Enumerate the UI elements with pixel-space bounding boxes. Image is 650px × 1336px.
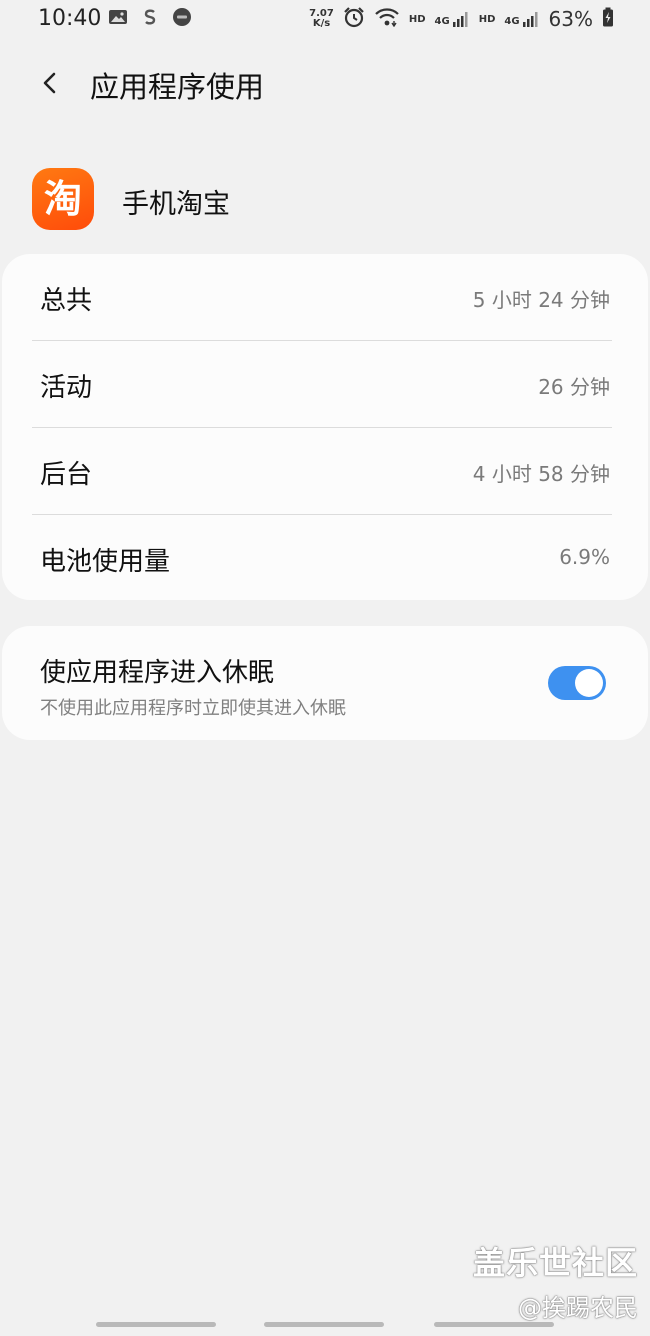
background-label: 后台 xyxy=(40,460,93,490)
gesture-nav-bar xyxy=(0,1318,650,1330)
toggle-knob xyxy=(575,669,603,697)
hd-label-2: HD xyxy=(478,13,496,25)
chevron-left-icon xyxy=(43,72,56,94)
watermark: 盖乐世社区 @挨踢农民 xyxy=(473,1238,638,1323)
nav-back-hint[interactable] xyxy=(434,1322,554,1327)
sleep-title: 使应用程序进入休眠 xyxy=(40,658,275,688)
net-speed: 7.07 K/s xyxy=(309,9,334,29)
dolby-icon xyxy=(172,8,192,26)
page-title: 应用程序使用 xyxy=(90,70,265,104)
sleep-subtitle: 不使用此应用程序时立即使其进入休眠 xyxy=(40,698,346,719)
status-bar: 10:40 7.07 K/s HD 4G HD 4G 63% xyxy=(0,0,650,40)
alarm-icon xyxy=(343,6,365,32)
usage-row-active: 活动 26 分钟 xyxy=(40,341,610,427)
app-identity: 淘 手机淘宝 xyxy=(32,168,632,230)
battery-usage-label: 电池使用量 xyxy=(40,547,171,577)
sleep-setting-card[interactable]: 使应用程序进入休眠 不使用此应用程序时立即使其进入休眠 xyxy=(2,626,648,740)
sleep-toggle[interactable] xyxy=(548,666,606,700)
hd-label-1: HD xyxy=(408,13,426,25)
image-icon xyxy=(108,8,128,26)
app-bar: 应用程序使用 xyxy=(0,56,650,116)
nav-home-hint[interactable] xyxy=(264,1322,384,1327)
usage-row-battery[interactable]: 电池使用量 6.9% xyxy=(40,515,610,601)
usage-card: 总共 5 小时 24 分钟 活动 26 分钟 后台 4 小时 58 分钟 电池使… xyxy=(2,254,648,600)
active-label: 活动 xyxy=(40,373,93,403)
total-value: 5 小时 24 分钟 xyxy=(472,288,610,312)
net-speed-unit: K/s xyxy=(312,18,331,29)
background-value: 4 小时 58 分钟 xyxy=(472,462,610,486)
taobao-app-icon: 淘 xyxy=(32,168,94,230)
back-button[interactable] xyxy=(34,66,68,100)
active-value: 26 分钟 xyxy=(538,375,610,399)
usage-row-total: 总共 5 小时 24 分钟 xyxy=(40,254,610,340)
wifi-icon xyxy=(374,7,400,31)
net-type-2: 4G xyxy=(504,16,520,27)
signal-icon-2: 4G xyxy=(504,11,539,27)
usage-row-background: 后台 4 小时 58 分钟 xyxy=(40,428,610,514)
nav-recents-hint[interactable] xyxy=(96,1322,216,1327)
watermark-title: 盖乐世社区 xyxy=(472,1244,638,1282)
app-name: 手机淘宝 xyxy=(122,189,230,220)
battery-percent: 63% xyxy=(548,7,593,31)
s-app-icon xyxy=(140,8,160,26)
battery-icon xyxy=(602,7,614,31)
status-time: 10:40 xyxy=(38,6,102,31)
total-label: 总共 xyxy=(40,286,93,316)
net-type-1: 4G xyxy=(434,16,450,27)
signal-icon: 4G xyxy=(435,11,470,27)
battery-usage-value: 6.9% xyxy=(559,545,610,569)
app-icon-glyph: 淘 xyxy=(44,177,82,221)
